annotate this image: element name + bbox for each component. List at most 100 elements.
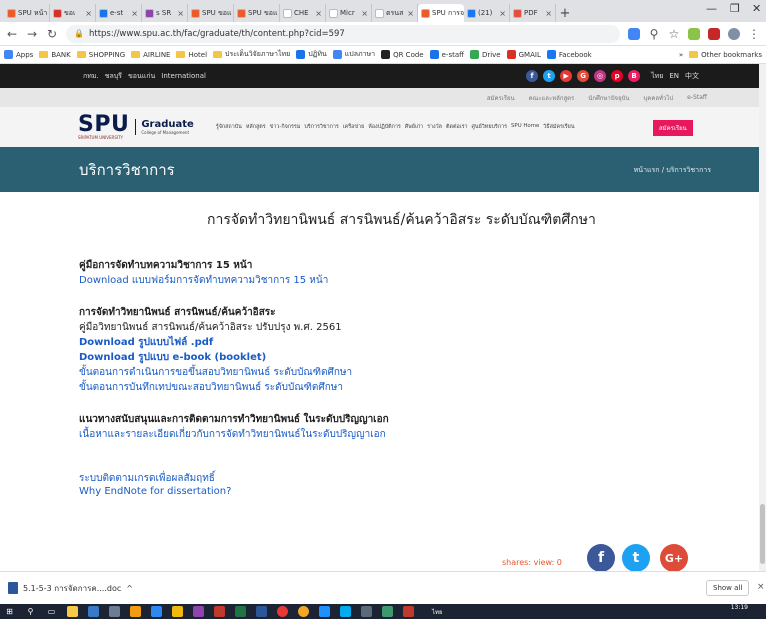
bookmark-item[interactable]: Drive <box>469 50 501 59</box>
menu-item[interactable]: ข่าว-กิจกรรม <box>270 123 301 131</box>
search-icon[interactable]: ⚲ <box>25 606 36 617</box>
bookmark-item[interactable]: AIRLINE <box>131 51 170 59</box>
app-icon-8[interactable] <box>382 606 393 617</box>
powerpoint-icon[interactable] <box>214 606 225 617</box>
bookmark-item[interactable]: Apps <box>4 50 33 59</box>
facebook-icon[interactable]: f <box>526 70 539 82</box>
zoom-icon[interactable]: ⚲ <box>648 27 660 41</box>
bookmark-item[interactable]: ปฏิทิน <box>296 49 327 60</box>
firefox-icon[interactable] <box>298 606 309 617</box>
minimize-icon[interactable]: — <box>706 2 717 15</box>
forward-icon[interactable]: → <box>26 27 38 41</box>
edge-icon[interactable] <box>319 606 330 617</box>
menu-item[interactable]: ศูนย์วิทยบริการ <box>472 123 508 131</box>
bookmark-item[interactable]: GMAIL <box>506 50 541 59</box>
menu-item[interactable]: ติดต่อเรา <box>446 123 468 131</box>
clock[interactable]: 13:19 <box>731 604 748 611</box>
task-view-icon[interactable]: ▭ <box>46 606 57 617</box>
app-icon-5[interactable] <box>193 606 204 617</box>
star-icon[interactable]: ☆ <box>668 27 680 41</box>
phd-details-link[interactable]: เนื้อหาและรายละเอียดเกี่ยวกับการจัดทำวิท… <box>79 427 386 442</box>
start-icon[interactable]: ⊞ <box>4 606 15 617</box>
download-pdf-link[interactable]: Download รูปแบบไฟล์ .pdf <box>79 335 213 350</box>
bookmark-item[interactable]: e-staff <box>429 50 464 59</box>
bookmark-item[interactable]: QR Code <box>381 50 424 59</box>
tab-close-icon[interactable]: × <box>315 9 322 18</box>
language-option[interactable]: ไทย <box>651 72 663 80</box>
tab-close-icon[interactable]: × <box>131 9 138 18</box>
endnote-link[interactable]: Why EndNote for dissertation? <box>79 486 231 497</box>
download-ebook-link[interactable]: Download รูปแบบ e-book (booklet) <box>79 350 266 365</box>
browser-tab[interactable]: ขอเ × <box>50 4 96 22</box>
browser-tab[interactable]: s SR × <box>142 4 188 22</box>
close-downloads-icon[interactable]: × <box>757 582 765 592</box>
youtube-icon[interactable]: ▶ <box>560 70 573 82</box>
new-tab-button[interactable]: + <box>556 4 574 22</box>
chrome-icon[interactable] <box>277 606 288 617</box>
browser-tab[interactable]: ตรนส × <box>372 4 418 22</box>
bookmark-item[interactable]: Hotel <box>176 51 207 59</box>
campus-link[interactable]: International <box>161 72 206 80</box>
apply-button[interactable]: สมัครเรียน <box>653 120 693 136</box>
menu-item[interactable]: บริการวิชาการ <box>304 123 338 131</box>
extension-icon[interactable] <box>688 27 700 40</box>
language-option[interactable]: EN <box>669 72 679 80</box>
google-extension-icon[interactable] <box>628 27 640 40</box>
campus-link[interactable]: กทม. <box>83 72 99 80</box>
utility-link[interactable]: คณะและหลักสูตร <box>529 93 575 103</box>
menu-item[interactable]: รางวัล <box>427 123 442 131</box>
bookmark-item[interactable]: BANK <box>39 51 71 59</box>
app-icon-6[interactable] <box>340 606 351 617</box>
browser-tab[interactable]: Micr × <box>326 4 372 22</box>
app-icon-9[interactable] <box>403 606 414 617</box>
exam-procedure-link[interactable]: ขั้นตอนการดำเนินการขอขึ้นสอบวิทยานิพนธ์ … <box>79 365 352 380</box>
other-bookmarks[interactable]: Other bookmarks <box>689 51 762 59</box>
tab-close-icon[interactable]: × <box>361 9 368 18</box>
bookmark-item[interactable]: Facebook <box>546 50 592 59</box>
utility-link[interactable]: e-Staff <box>687 94 707 101</box>
twitter-icon[interactable]: t <box>543 70 556 82</box>
store-icon[interactable] <box>67 606 78 617</box>
word-icon[interactable] <box>256 606 267 617</box>
tab-close-icon[interactable]: × <box>407 9 414 18</box>
bookmark-item[interactable]: SHOPPING <box>76 51 125 59</box>
utility-link[interactable]: บุคคลทั่วไป <box>644 93 674 103</box>
browser-tab[interactable]: (21) × <box>464 4 510 22</box>
share-facebook-icon[interactable]: f <box>587 544 615 571</box>
scroll-thumb[interactable] <box>760 504 765 564</box>
download-item[interactable]: 5.1-5-3 การจัดการค....doc ^ <box>8 582 133 595</box>
grade-tracking-link[interactable]: ระบบติดตามเกรดเพื่อผลสัมฤทธิ์ <box>79 471 215 486</box>
back-icon[interactable]: ← <box>6 27 18 41</box>
browser-tab[interactable]: SPU หน้า× <box>4 4 50 22</box>
menu-kebab-icon[interactable]: ⋮ <box>748 27 760 41</box>
tab-close-icon[interactable]: × <box>85 9 92 18</box>
reload-icon[interactable]: ↻ <box>46 27 58 41</box>
taskbar-lang[interactable]: ไทย <box>432 607 443 617</box>
maximize-icon[interactable]: ❐ <box>730 2 740 15</box>
menu-item[interactable]: หลักสูตร <box>246 123 266 131</box>
mail-icon[interactable] <box>88 606 99 617</box>
bookmarks-overflow-icon[interactable]: » <box>679 51 683 59</box>
vertical-scrollbar[interactable] <box>759 64 766 571</box>
address-bar[interactable]: 🔒 https://www.spu.ac.th/fac/graduate/th/… <box>66 24 620 43</box>
share-twitter-icon[interactable]: t <box>622 544 650 571</box>
blog-icon[interactable]: B <box>628 70 641 82</box>
campus-link[interactable]: ขอนแก่น <box>128 72 155 80</box>
share-googleplus-icon[interactable]: G+ <box>660 544 688 571</box>
menu-item[interactable]: SPU Home <box>511 123 539 131</box>
campus-link[interactable]: ชลบุรี <box>105 72 122 80</box>
tab-close-icon[interactable]: × <box>499 9 506 18</box>
googleplus-icon[interactable]: G <box>577 70 590 82</box>
menu-item[interactable]: วิธีสมัครเรียน <box>543 123 574 131</box>
app-icon-2[interactable] <box>130 606 141 617</box>
app-icon-7[interactable] <box>361 606 372 617</box>
recording-procedure-link[interactable]: ขั้นตอนการบันทึกเทปขณะสอบวิทยานิพนธ์ ระด… <box>79 380 343 395</box>
app-icon-3[interactable] <box>151 606 162 617</box>
menu-item[interactable]: เครือข่าย <box>343 123 364 131</box>
menu-item[interactable]: รู้จักสถาบัน <box>216 123 242 131</box>
excel-icon[interactable] <box>235 606 246 617</box>
browser-tab[interactable]: SPU ขอแ× <box>234 4 280 22</box>
graduate-logo[interactable]: Graduate College of Management <box>135 119 194 135</box>
pinterest-icon[interactable]: p <box>611 70 624 82</box>
close-window-icon[interactable]: ✕ <box>752 2 761 15</box>
